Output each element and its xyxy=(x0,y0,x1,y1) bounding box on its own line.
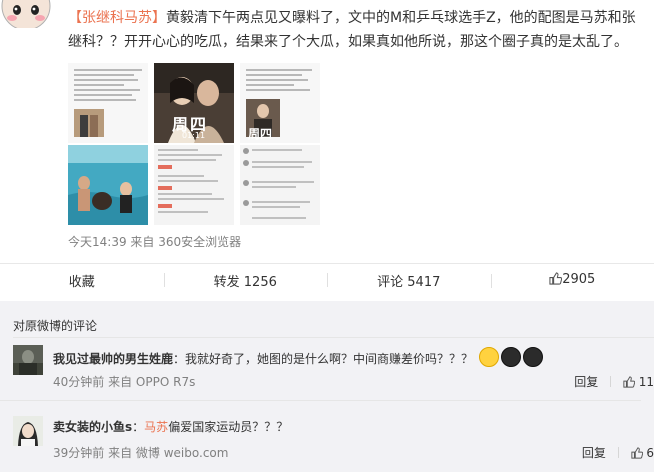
divider xyxy=(0,400,641,401)
weibo-post: 【张继科马苏】黄毅清下午两点见又曝料了，文中的M和乒乓球选手Z，他的配图是马苏和… xyxy=(0,0,654,262)
repost-label: 转发 1256 xyxy=(213,274,277,290)
favorite-button[interactable]: 收藏 xyxy=(0,271,164,290)
image-caption-1-time: 01:11 xyxy=(182,131,206,140)
like-count: 2905 xyxy=(562,271,596,287)
penguin-emoji-icon xyxy=(500,347,521,367)
topic-link[interactable]: 【张继科马苏】 xyxy=(68,10,166,26)
comment-source: 来自 OPPO R7s xyxy=(108,375,196,389)
comment-source: 来自 微博 weibo.com xyxy=(108,446,229,460)
post-source[interactable]: 360安全浏览器 xyxy=(158,235,241,249)
comment-time: 40分钟前 xyxy=(53,375,105,389)
favorite-label: 收藏 xyxy=(68,274,95,290)
ops-divider xyxy=(617,447,619,458)
comment-like-count: 6 xyxy=(646,446,654,460)
author-avatar[interactable] xyxy=(0,0,52,28)
reply-button[interactable]: 回复 xyxy=(582,446,606,460)
comment-like-count: 11 xyxy=(638,375,654,389)
comment-text: 偏爱国家运动员？？？ xyxy=(168,420,289,434)
comment-username[interactable]: 我见过最帅的男生姓鹿 xyxy=(53,352,173,366)
comment-username[interactable]: 卖女装的小鱼s xyxy=(53,420,132,434)
divider xyxy=(13,337,654,338)
comment-colon: ： xyxy=(132,420,145,434)
comment-like-button[interactable]: 11 xyxy=(623,375,654,389)
reply-button[interactable]: 回复 xyxy=(574,375,598,389)
comment-button[interactable]: 评论 5417 xyxy=(327,271,491,290)
comments-section: 对原微博的评论 我见过最帅的男生姓鹿：我就好奇了，她图的是什么啊？中间商赚差价吗… xyxy=(0,301,654,472)
post-image-6[interactable] xyxy=(240,145,320,225)
post-image-1[interactable] xyxy=(68,63,148,143)
post-text: 【张继科马苏】黄毅清下午两点见又曝料了，文中的M和乒乓球选手Z，他的配图是马苏和… xyxy=(68,6,648,54)
comment-ops: 回复 6 xyxy=(582,444,654,462)
post-image-5[interactable] xyxy=(154,145,234,225)
like-button[interactable]: 2905 xyxy=(490,271,654,289)
comments-header: 对原微博的评论 xyxy=(13,319,98,333)
thumbs-up-icon xyxy=(549,271,563,289)
comment-line: 我见过最帅的男生姓鹿：我就好奇了，她图的是什么啊？中间商赚差价吗？？？ xyxy=(53,347,543,367)
comment-meta: 40分钟前 来自 OPPO R7s xyxy=(53,373,195,390)
laughing-emoji-icon xyxy=(478,347,499,367)
penguin-emoji-icon xyxy=(522,347,543,367)
image-caption-2: 周四 xyxy=(248,127,273,141)
comment-text: ：我就好奇了，她图的是什么啊？中间商赚差价吗？？？ xyxy=(173,352,474,366)
post-time[interactable]: 今天14:39 xyxy=(68,235,127,249)
comment-ops: 回复 11 xyxy=(574,373,654,391)
post-source-prefix: 来自 xyxy=(130,235,155,249)
ops-divider xyxy=(610,376,612,387)
comment-label: 评论 5417 xyxy=(377,274,441,290)
post-image-4[interactable] xyxy=(68,145,148,225)
post-action-bar: 收藏 转发 1256 评论 5417 2905 xyxy=(0,263,654,296)
comment-time: 39分钟前 xyxy=(53,446,105,460)
mention-link[interactable]: 马苏 xyxy=(144,420,168,434)
thumbs-up-icon xyxy=(630,447,643,462)
comment-line: 卖女装的小鱼s：马苏偏爱国家运动员？？？ xyxy=(53,418,288,435)
thumbs-up-icon xyxy=(623,376,636,391)
commenter-avatar[interactable] xyxy=(13,345,43,375)
commenter-avatar[interactable] xyxy=(13,416,43,446)
image-grid: 周四 01:11 周四 xyxy=(68,63,320,225)
repost-button[interactable]: 转发 1256 xyxy=(163,271,328,290)
comment-like-button[interactable]: 6 xyxy=(630,446,654,462)
post-meta: 今天14:39 来自 360安全浏览器 xyxy=(68,233,241,250)
comment-meta: 39分钟前 来自 微博 weibo.com xyxy=(53,444,228,461)
